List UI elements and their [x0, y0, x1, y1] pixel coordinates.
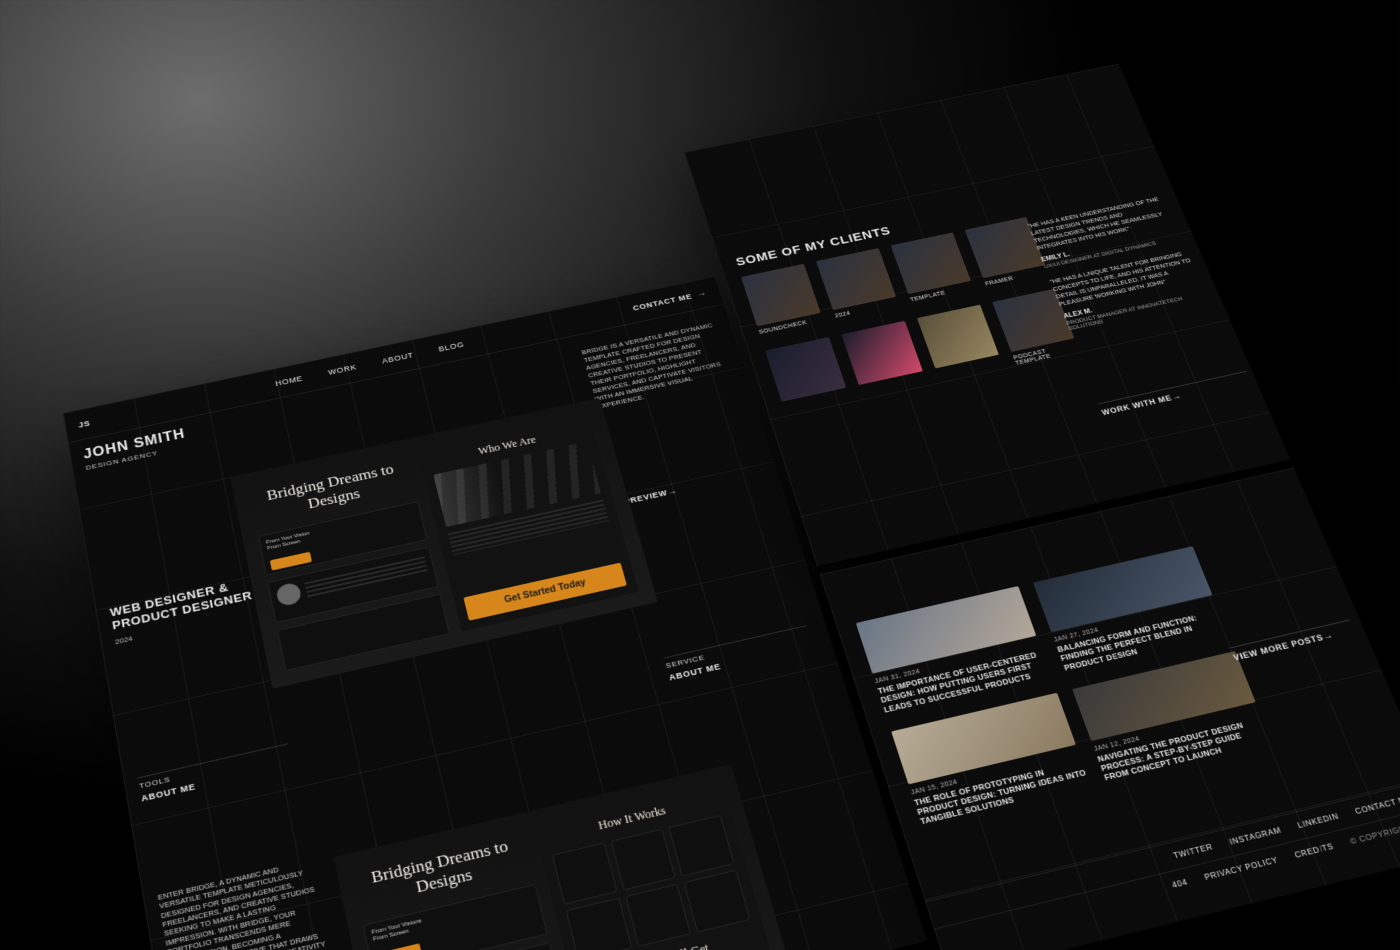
footer-contact-button[interactable]: CONTACT ME	[1353, 791, 1400, 817]
blog-post[interactable]: JAN 15, 2024 THE ROLE OF PROTOTYPING IN …	[891, 692, 1091, 827]
nav-contact-button[interactable]: CONTACT ME	[632, 288, 708, 312]
work-with-me-link[interactable]: WORK WITH ME	[1098, 371, 1252, 418]
footer-social: TWITTER INSTAGRAM LINKEDIN CONTACT ME	[925, 779, 1400, 928]
nav-home[interactable]: HOME	[274, 374, 303, 388]
footer-legal: 404 PRIVACY POLICY CREDITS © COPYRIGHT 2…	[934, 805, 1400, 950]
copyright: © COPYRIGHT 2024	[1349, 818, 1400, 847]
hero-cta-button[interactable]: Get Started Today	[463, 563, 626, 621]
preview-link[interactable]: PREVIEW	[623, 486, 679, 507]
logo[interactable]: JS	[78, 419, 91, 429]
link-404[interactable]: 404	[1171, 878, 1189, 890]
nav-about[interactable]: ABOUT	[381, 351, 414, 365]
blog-post[interactable]: JAN 31, 2024 THE IMPORTANCE OF USER-CENT…	[856, 586, 1051, 715]
hero-mockup-2: Bridging Dreams to Designs From Your Vis…	[334, 764, 790, 950]
hero-mockup: Bridging Dreams to Designs From Your Vis…	[230, 398, 657, 689]
social-linkedin[interactable]: LINKEDIN	[1296, 812, 1340, 830]
social-instagram[interactable]: INSTAGRAM	[1228, 826, 1282, 847]
hero-what: What You'll Get	[581, 930, 758, 950]
about-link-1[interactable]: ABOUT ME	[141, 760, 293, 804]
client-thumb[interactable]: 2024	[816, 248, 899, 319]
client-thumb[interactable]	[917, 305, 1004, 384]
hero-tagline-2: Bridging Dreams to Designs	[351, 827, 534, 917]
blog-post[interactable]: JAN 12, 2024 NAVIGATING THE PRODUCT DESI…	[1072, 651, 1273, 784]
client-thumb[interactable]	[765, 337, 851, 417]
client-thumb[interactable]	[841, 321, 928, 400]
nav-work[interactable]: WORK	[327, 363, 357, 377]
blog-post[interactable]: JAN 27, 2024 BALANCING FORM AND FUNCTION…	[1033, 546, 1229, 673]
social-twitter[interactable]: TWITTER	[1172, 842, 1214, 860]
link-credits[interactable]: CREDITS	[1293, 842, 1335, 860]
hero-how: How It Works	[546, 792, 718, 846]
client-thumb[interactable]: SOUNDCHECK	[741, 264, 824, 336]
view-more-posts-link[interactable]: VIEW MORE POSTS	[1230, 619, 1357, 663]
link-privacy[interactable]: PRIVACY POLICY	[1203, 856, 1279, 882]
nav-blog[interactable]: BLOG	[438, 340, 465, 353]
intro-paragraph: ENTER BRIDGE, A DYNAMIC AND VERSATILE TE…	[157, 857, 338, 950]
tools-label: TOOLS	[139, 748, 291, 791]
client-thumb[interactable]: TEMPLATE	[891, 232, 975, 303]
